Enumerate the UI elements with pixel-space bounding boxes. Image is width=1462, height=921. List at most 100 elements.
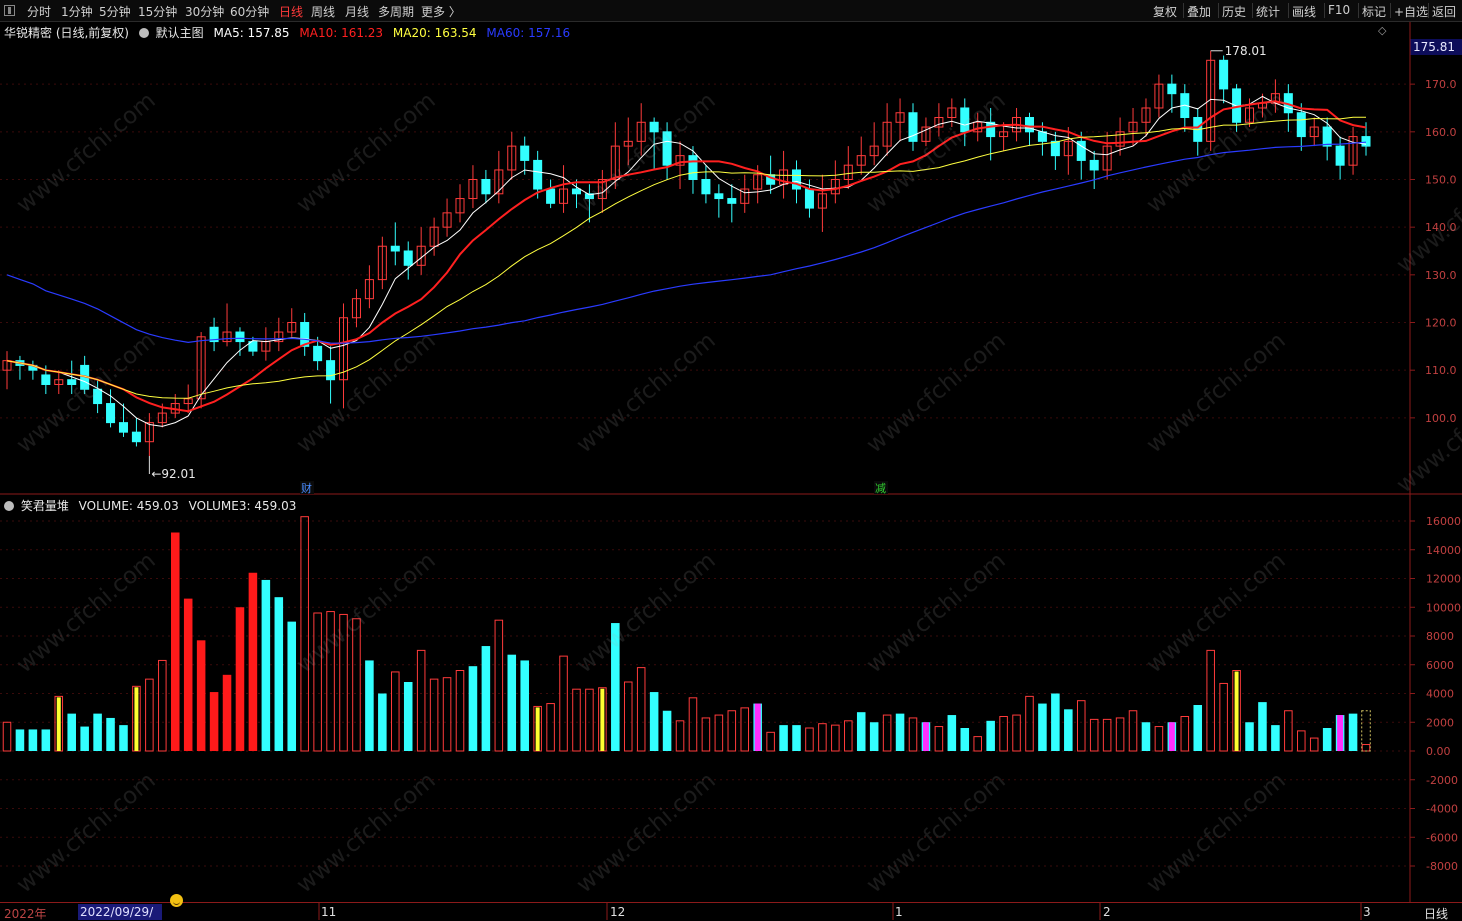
volume-bar bbox=[119, 725, 128, 751]
event-mark[interactable]: 财 bbox=[301, 481, 312, 495]
volume-bar-core bbox=[1168, 722, 1175, 751]
volume-tick-label: 2000 bbox=[1426, 716, 1454, 729]
volume-tick-label: 10000 bbox=[1426, 601, 1461, 614]
price-tick-label: 160.0 bbox=[1425, 126, 1457, 139]
volume-bar bbox=[1089, 718, 1099, 752]
smiley-icon[interactable] bbox=[170, 894, 183, 907]
volume-tick-label: 0.00 bbox=[1426, 745, 1451, 758]
volume-bar bbox=[468, 666, 478, 751]
volume-bar bbox=[805, 727, 814, 752]
month-label: 11 bbox=[321, 905, 337, 919]
volume-bar bbox=[378, 693, 387, 751]
price-tick-label: 150.0 bbox=[1425, 173, 1457, 186]
month-label: 1 bbox=[895, 905, 903, 919]
volume-bar-core bbox=[922, 722, 929, 751]
volume-bar bbox=[1284, 710, 1293, 752]
candle-body bbox=[1361, 136, 1371, 147]
volume-bar bbox=[274, 597, 284, 751]
volume-bar bbox=[1154, 726, 1164, 752]
candle-body bbox=[403, 250, 413, 266]
volume-bar bbox=[882, 714, 892, 752]
volume-bar bbox=[248, 572, 258, 751]
volume-bar bbox=[559, 655, 568, 752]
x-axis: 2022年 2022/09/29/四 1112123 日线 bbox=[0, 902, 1462, 921]
volume-bar bbox=[300, 516, 309, 752]
volume-bar bbox=[93, 713, 102, 751]
volume-bar bbox=[261, 579, 271, 751]
volume-tick-label: 12000 bbox=[1426, 573, 1461, 586]
candle-body bbox=[1322, 126, 1332, 147]
volume-bar bbox=[908, 717, 918, 752]
volume-bar bbox=[209, 692, 219, 751]
low-mark-label: ←92.01 bbox=[151, 467, 195, 481]
volume-bar bbox=[856, 712, 866, 751]
candle-body bbox=[520, 145, 530, 161]
volume-bar bbox=[183, 598, 193, 751]
candle-body bbox=[131, 431, 141, 443]
volume-bar bbox=[1128, 710, 1138, 752]
volume-bar bbox=[585, 688, 594, 752]
volume-bar bbox=[1348, 713, 1358, 751]
volume-bar bbox=[1193, 705, 1203, 751]
volume-bar bbox=[869, 722, 879, 751]
volume-bar bbox=[170, 532, 180, 751]
volume-bar bbox=[1115, 717, 1125, 752]
candle-body bbox=[546, 188, 556, 204]
volume-tick-label: 6000 bbox=[1426, 659, 1454, 672]
volume-bar bbox=[960, 728, 970, 751]
volume-bar bbox=[1180, 716, 1190, 752]
candle-body bbox=[804, 188, 814, 209]
price-tick-label: 110.0 bbox=[1425, 364, 1457, 377]
month-label: 3 bbox=[1363, 905, 1371, 919]
volume-tick-label: 16000 bbox=[1426, 515, 1461, 528]
volume-bar bbox=[196, 640, 206, 751]
volume-bar bbox=[623, 681, 633, 752]
volume-bar bbox=[714, 714, 724, 752]
volume-bar bbox=[403, 682, 413, 751]
candle-body bbox=[1296, 112, 1306, 138]
price-tick-label: 170.0 bbox=[1425, 78, 1457, 91]
volume-bar bbox=[145, 678, 154, 752]
volume-bar-core bbox=[535, 707, 540, 751]
cursor-date-box: 2022/09/29/四 bbox=[78, 904, 162, 920]
candle-body bbox=[1089, 159, 1099, 171]
volume-bar-core bbox=[1234, 671, 1239, 751]
period-label[interactable]: 日线 bbox=[1424, 905, 1448, 921]
volume-bar bbox=[986, 720, 995, 751]
volume-bar-core bbox=[600, 688, 605, 751]
candle-body bbox=[701, 178, 711, 195]
candle-body bbox=[533, 159, 543, 190]
volume-bar bbox=[1064, 709, 1073, 751]
ma60-line bbox=[6, 141, 1367, 344]
volume-bar bbox=[546, 703, 555, 752]
volume-bar bbox=[818, 723, 827, 752]
volume-bar bbox=[740, 707, 750, 752]
volume-bar bbox=[2, 721, 12, 752]
candle-body bbox=[1037, 131, 1047, 142]
candle-body bbox=[688, 155, 698, 180]
volume-bar bbox=[520, 660, 529, 751]
volume-bar bbox=[831, 724, 840, 752]
volume-bar bbox=[1271, 725, 1280, 751]
volume-bar-core bbox=[1337, 715, 1344, 751]
month-label: 12 bbox=[610, 905, 626, 919]
volume-bar bbox=[1219, 682, 1228, 752]
volume-tick-label: -6000 bbox=[1426, 831, 1458, 844]
price-tick-label: 130.0 bbox=[1425, 269, 1457, 282]
price-tick-label: 120.0 bbox=[1425, 317, 1457, 330]
candle-body bbox=[390, 245, 400, 252]
volume-bar bbox=[895, 713, 905, 751]
volume-bar bbox=[1361, 744, 1371, 752]
volume-bar bbox=[1102, 718, 1112, 752]
candle-body bbox=[1024, 117, 1034, 133]
volume-bar bbox=[365, 660, 374, 751]
volume-bar bbox=[442, 677, 452, 752]
volume-bar bbox=[934, 726, 944, 752]
volume-bar bbox=[1141, 722, 1151, 751]
event-mark[interactable]: 减 bbox=[875, 482, 886, 495]
volume-bar bbox=[1322, 728, 1332, 751]
volume-bar bbox=[792, 725, 801, 751]
volume-bar bbox=[1258, 702, 1267, 751]
volume-bar bbox=[429, 678, 439, 752]
volume-bar bbox=[507, 654, 517, 751]
